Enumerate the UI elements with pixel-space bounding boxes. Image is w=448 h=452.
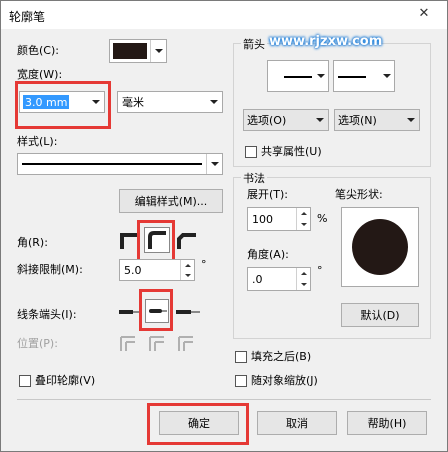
arrow-options-right-button[interactable]: 选项(N) (334, 109, 420, 131)
miter-spin-buttons (180, 260, 194, 280)
angle-label: 角度(A): (247, 248, 289, 261)
angle-spin-down[interactable] (297, 279, 310, 290)
arrow-options-right-arrow (403, 110, 419, 130)
angle-input[interactable]: .0 (247, 267, 311, 291)
nib-shape-preview[interactable] (341, 207, 419, 287)
stretch-spin-up[interactable] (297, 208, 310, 219)
end-arrow-preview (338, 76, 366, 78)
miter-spin-up[interactable] (181, 260, 194, 270)
position-center-icon (149, 336, 164, 351)
overprint-checkbox[interactable] (19, 375, 31, 387)
default-nib-button[interactable]: 默认(D) (341, 303, 419, 327)
arrow-options-left-label: 选项(O) (247, 114, 287, 127)
linecap-square-icon[interactable] (175, 305, 201, 319)
corner-bevel-icon[interactable] (176, 231, 200, 251)
title-bar[interactable]: 轮廓笔 ✕ (1, 1, 447, 29)
footer-separator (17, 399, 431, 400)
width-label: 宽度(W): (17, 68, 63, 81)
highlight-ok (147, 403, 249, 445)
outline-pen-dialog: 轮廓笔 ✕ 颜色(C): 宽度(W): 3.0 mm 毫米 样式(L): 编辑样… (0, 0, 448, 452)
end-arrow-select[interactable] (333, 60, 395, 92)
share-attributes-label: 共享属性(U) (261, 145, 322, 158)
scale-with-image-label: 随对象缩放(J) (251, 374, 318, 387)
scale-with-image-checkbox[interactable] (235, 375, 247, 387)
close-button[interactable]: ✕ (409, 3, 439, 25)
color-picker[interactable] (109, 39, 167, 63)
end-arrow-dropdown-arrow (380, 61, 394, 91)
nib-shape-label: 笔尖形状: (335, 188, 383, 201)
stretch-label: 展开(T): (247, 188, 289, 201)
angle-spin-buttons (296, 268, 310, 290)
start-arrow-dropdown-arrow (314, 61, 328, 91)
arrow-options-left-button[interactable]: 选项(O) (243, 109, 329, 131)
angle-spin-up[interactable] (297, 268, 310, 279)
miter-label: 斜接限制(M): (17, 263, 83, 276)
window-title: 轮廓笔 (9, 10, 46, 24)
start-arrow-preview (284, 76, 312, 78)
miter-value: 5.0 (124, 263, 142, 277)
line-style-dropdown-arrow (206, 154, 222, 174)
stretch-value: 100 (252, 212, 273, 226)
arrow-options-left-arrow (312, 110, 328, 130)
stretch-spin-buttons (296, 208, 310, 230)
cancel-button[interactable]: 取消 (257, 411, 337, 435)
linecap-label: 线条端头(I): (17, 308, 77, 321)
fill-behind-label: 填充之后(B) (251, 350, 312, 363)
line-style-preview (22, 163, 202, 165)
miter-limit-input[interactable]: 5.0 (119, 259, 195, 281)
position-label: 位置(P): (17, 337, 58, 350)
highlight-corner (137, 220, 175, 262)
line-style-select[interactable] (17, 153, 223, 175)
miter-degree: ° (201, 258, 207, 271)
arrow-options-right-label: 选项(N) (338, 114, 377, 127)
fill-behind-checkbox[interactable] (235, 351, 247, 363)
position-inside-icon (178, 336, 193, 351)
style-label: 样式(L): (17, 135, 58, 148)
color-dropdown-arrow (150, 40, 166, 62)
angle-degree: ° (317, 264, 323, 277)
position-outside-icon (120, 336, 135, 351)
highlight-linecap (139, 289, 173, 331)
watermark: www.rjzxw.com (269, 34, 383, 49)
corner-label: 角(R): (17, 236, 48, 249)
nib-shape-dot (352, 219, 408, 275)
stretch-percent: % (317, 212, 328, 225)
color-swatch (113, 43, 147, 59)
stretch-spin-down[interactable] (297, 219, 310, 230)
share-attributes-checkbox[interactable] (245, 146, 257, 158)
overprint-label: 叠印轮廓(V) (35, 374, 96, 387)
unit-select[interactable]: 毫米 (117, 91, 223, 113)
unit-value: 毫米 (122, 96, 144, 109)
unit-dropdown-arrow (206, 92, 222, 112)
stretch-input[interactable]: 100 (247, 207, 311, 231)
miter-spin-down[interactable] (181, 270, 194, 280)
arrows-group-title: 箭头 (241, 36, 267, 52)
edit-style-button[interactable]: 编辑样式(M)... (119, 189, 223, 213)
angle-value: .0 (252, 272, 263, 286)
color-label: 颜色(C): (17, 44, 59, 57)
highlight-width (15, 81, 111, 129)
help-button[interactable]: 帮助(H) (347, 411, 427, 435)
start-arrow-select[interactable] (267, 60, 329, 92)
calligraphy-group-title: 书法 (241, 170, 267, 186)
